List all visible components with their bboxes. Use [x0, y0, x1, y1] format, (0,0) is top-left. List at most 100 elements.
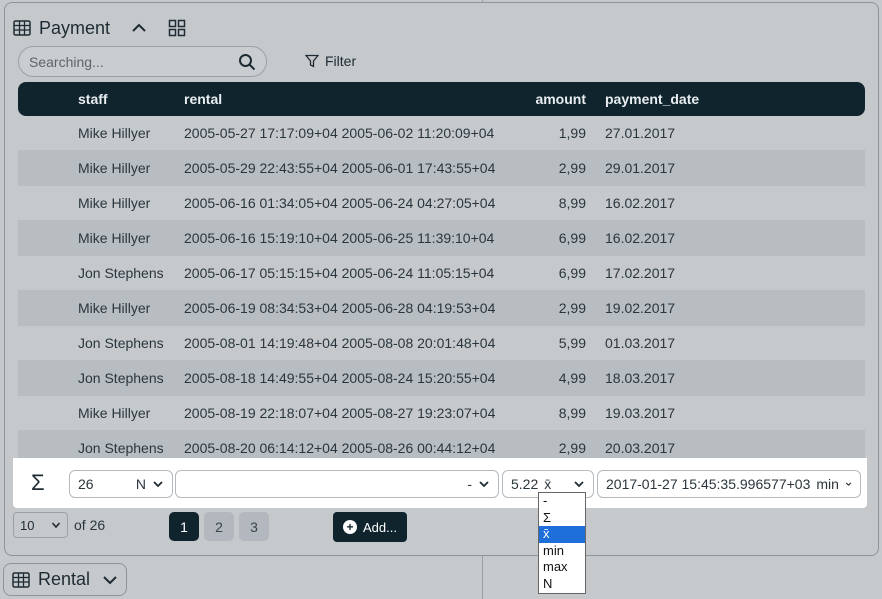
add-button[interactable]: + Add... — [333, 512, 407, 542]
rental-panel-tab[interactable]: Rental — [3, 563, 127, 596]
cell-amount: 5,99 — [558, 335, 586, 351]
plus-icon: + — [343, 520, 358, 534]
cell-staff: Jon Stephens — [78, 265, 164, 281]
payment-table: staff rental amount payment_date Mike Hi… — [18, 82, 865, 466]
pagination: 10 of 26 123 + Add... — [13, 512, 407, 542]
rental-panel-title: Rental — [38, 569, 91, 589]
search-input[interactable] — [29, 53, 238, 70]
aggregate-dropdown-list: - Σx̄ min max N — [538, 492, 586, 594]
grid-view-icon[interactable] — [168, 19, 186, 37]
chevron-down-icon — [574, 481, 584, 488]
table-row[interactable]: Mike Hillyer 2005-05-27 17:17:09+04 2005-… — [18, 116, 865, 151]
panel-title: Payment — [39, 17, 111, 38]
cell-staff: Mike Hillyer — [78, 405, 151, 421]
table-row[interactable]: Mike Hillyer 2005-06-16 01:34:05+04 2005-… — [18, 186, 865, 221]
staff-aggregate-select[interactable]: 26 N — [69, 470, 173, 498]
table-header: staff rental amount payment_date — [18, 82, 865, 116]
column-header-payment-date[interactable]: payment_date — [605, 91, 699, 107]
table-row[interactable]: Jon Stephens 2005-08-01 14:19:48+04 2005-… — [18, 326, 865, 361]
sigma-icon: Σ — [31, 470, 45, 495]
cell-rental: 2005-06-17 05:15:15+04 2005-06-24 11:05:… — [184, 265, 495, 281]
date-aggregate-fn: min — [816, 476, 839, 492]
rental-aggregate-fn: - — [467, 476, 472, 492]
add-label: Add... — [363, 519, 397, 535]
cell-staff: Jon Stephens — [78, 370, 164, 386]
cell-amount: 2,99 — [558, 300, 586, 316]
chevron-down-icon — [845, 482, 852, 486]
table-icon — [13, 20, 31, 36]
cell-rental: 2005-05-27 17:17:09+04 2005-06-02 11:20:… — [184, 125, 495, 141]
date-aggregate-select[interactable]: 2017-01-27 15:45:35.996577+03 min — [597, 470, 861, 498]
page-size-value: 10 — [20, 517, 35, 533]
table-icon — [12, 571, 30, 588]
dropdown-option[interactable]: Σ — [539, 510, 585, 527]
column-header-amount[interactable]: amount — [518, 91, 586, 107]
page-button-3[interactable]: 3 — [239, 512, 269, 541]
date-aggregate-value: 2017-01-27 15:45:35.996577+03 — [606, 476, 811, 492]
cell-amount: 8,99 — [558, 195, 586, 211]
cell-payment-date: 19.02.2017 — [605, 300, 676, 316]
cell-amount: 4,99 — [558, 370, 586, 386]
dropdown-option[interactable]: - — [539, 493, 585, 510]
cell-payment-date: 17.02.2017 — [605, 265, 676, 281]
cell-amount: 6,99 — [558, 230, 586, 246]
column-header-rental[interactable]: rental — [184, 91, 222, 107]
table-row[interactable]: Mike Hillyer 2005-06-19 08:34:53+04 2005-… — [18, 291, 865, 326]
cell-payment-date: 01.03.2017 — [605, 335, 676, 351]
cell-rental: 2005-06-19 08:34:53+04 2005-06-28 04:19:… — [184, 300, 496, 316]
table-row[interactable]: Jon Stephens 2005-08-18 14:49:55+04 2005-… — [18, 361, 865, 396]
filter-button[interactable]: Filter — [305, 53, 356, 69]
table-body: Mike Hillyer 2005-05-27 17:17:09+04 2005-… — [18, 116, 865, 466]
cell-payment-date: 19.03.2017 — [605, 405, 676, 421]
cell-rental: 2005-08-19 22:18:07+04 2005-08-27 19:23:… — [184, 405, 496, 421]
chevron-down-icon[interactable] — [102, 572, 118, 588]
cell-amount: 6,99 — [558, 265, 586, 281]
cell-payment-date: 29.01.2017 — [605, 160, 676, 176]
column-header-staff[interactable]: staff — [78, 91, 108, 107]
dropdown-option[interactable]: x̄ — [539, 526, 585, 543]
cell-staff: Mike Hillyer — [78, 230, 151, 246]
page-button-2[interactable]: 2 — [204, 512, 234, 541]
chevron-down-icon — [153, 481, 163, 488]
page-size-select[interactable]: 10 — [13, 512, 68, 538]
staff-aggregate-value: 26 — [78, 476, 94, 492]
cell-staff: Jon Stephens — [78, 335, 164, 351]
table-row[interactable]: Jon Stephens 2005-06-17 05:15:15+04 2005-… — [18, 256, 865, 291]
cell-payment-date: 16.02.2017 — [605, 195, 676, 211]
cell-amount: 1,99 — [558, 125, 586, 141]
cell-payment-date: 18.03.2017 — [605, 370, 676, 386]
cell-staff: Mike Hillyer — [78, 125, 151, 141]
collapse-chevron-up-icon[interactable] — [130, 19, 148, 37]
search-box — [18, 46, 267, 77]
dropdown-option[interactable]: min — [539, 543, 585, 560]
staff-aggregate-fn: N — [135, 476, 146, 492]
table-row[interactable]: Mike Hillyer 2005-05-29 22:43:55+04 2005-… — [18, 151, 865, 186]
dropdown-option[interactable]: N — [539, 576, 585, 593]
cell-rental: 2005-08-01 14:19:48+04 2005-08-08 20:01:… — [184, 335, 496, 351]
cell-payment-date: 16.02.2017 — [605, 230, 676, 246]
cell-amount: 8,99 — [558, 405, 586, 421]
cell-staff: Mike Hillyer — [78, 160, 151, 176]
table-row[interactable]: Mike Hillyer 2005-08-19 22:18:07+04 2005-… — [18, 396, 865, 431]
cell-rental: 2005-06-16 15:19:10+04 2005-06-25 11:39:… — [184, 230, 495, 246]
page-button-1[interactable]: 1 — [169, 512, 199, 541]
cell-staff: Mike Hillyer — [78, 300, 151, 316]
dropdown-option[interactable]: max — [539, 559, 585, 576]
summary-row: Σ 26 N - 5.22 x̄ 2017-01-27 15:45:35.996… — [13, 458, 867, 508]
cell-rental: 2005-08-18 14:49:55+04 2005-08-24 15:20:… — [184, 370, 496, 386]
cell-staff: Mike Hillyer — [78, 195, 151, 211]
amount-aggregate-fn: x̄ — [544, 476, 552, 492]
table-row[interactable]: Mike Hillyer 2005-06-16 15:19:10+04 2005-… — [18, 221, 865, 256]
page-buttons: 123 — [169, 512, 269, 541]
cell-rental: 2005-06-16 01:34:05+04 2005-06-24 04:27:… — [184, 195, 496, 211]
total-count: of 26 — [74, 517, 106, 533]
cell-payment-date: 27.01.2017 — [605, 125, 676, 141]
chevron-down-icon — [51, 522, 61, 529]
chevron-down-icon — [479, 481, 489, 488]
rental-aggregate-select[interactable]: - — [175, 470, 499, 498]
cell-amount: 2,99 — [558, 160, 586, 176]
cell-rental: 2005-05-29 22:43:55+04 2005-06-01 17:43:… — [184, 160, 496, 176]
amount-aggregate-value: 5.22 — [511, 476, 539, 492]
search-icon[interactable] — [238, 53, 256, 71]
filter-icon — [305, 54, 319, 68]
